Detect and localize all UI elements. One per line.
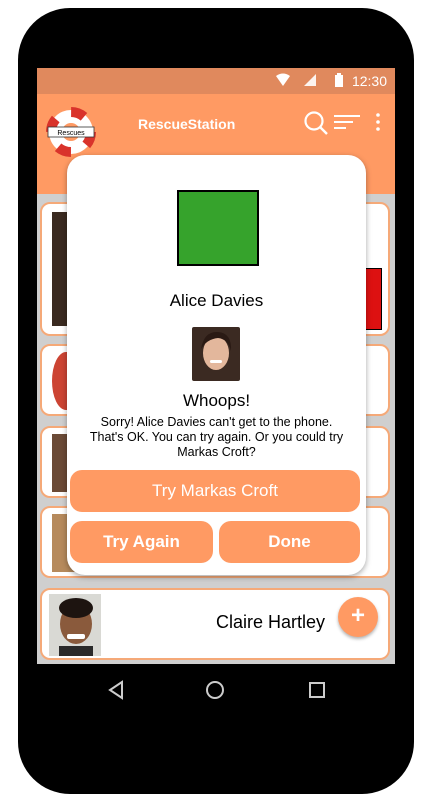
status-bar: 12:30 xyxy=(37,68,395,94)
lifebuoy-logo-icon: Rescues xyxy=(46,107,96,157)
dialog-contact-photo xyxy=(192,327,240,381)
dialog-title: Whoops! xyxy=(182,391,251,410)
contact-card[interactable]: Claire Hartley xyxy=(40,588,390,660)
add-contact-button[interactable]: + xyxy=(338,597,378,637)
try-other-contact-button[interactable]: Try Markas Croft xyxy=(70,470,360,512)
status-square xyxy=(177,190,259,266)
wifi-icon xyxy=(276,73,290,86)
app-title: RescueStation xyxy=(138,116,236,132)
unavailable-dialog: Alice Davies Whoops! Sorry! Alice Davies… xyxy=(67,155,366,575)
signal-icon xyxy=(304,74,316,86)
home-icon[interactable] xyxy=(205,680,225,700)
more-options-icon[interactable] xyxy=(375,112,381,134)
try-again-button[interactable]: Try Again xyxy=(70,521,213,563)
recents-icon[interactable] xyxy=(308,681,326,699)
search-icon[interactable] xyxy=(303,110,329,136)
navigation-bar xyxy=(37,664,395,716)
logo-text: Rescues xyxy=(57,130,85,137)
back-icon[interactable] xyxy=(107,680,125,700)
contact-name: Claire Hartley xyxy=(216,612,326,632)
battery-icon xyxy=(335,73,343,87)
sort-filter-icon[interactable] xyxy=(333,114,361,132)
dialog-message: Sorry! Alice Davies can't get to the pho… xyxy=(89,415,344,459)
status-time: 12:30 xyxy=(351,73,387,89)
contact-photo xyxy=(49,594,101,656)
dialog-contact-name: Alice Davies xyxy=(169,291,264,310)
done-button[interactable]: Done xyxy=(219,521,360,563)
